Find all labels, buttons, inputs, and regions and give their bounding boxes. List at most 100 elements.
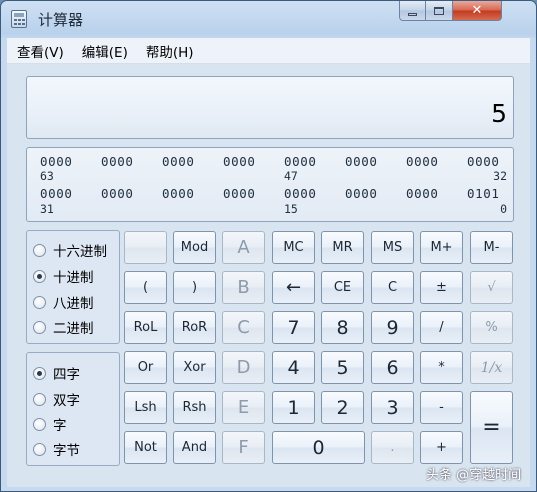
radio-button-selected[interactable] bbox=[33, 366, 46, 380]
digit-3-button[interactable]: 3 bbox=[371, 391, 414, 424]
bit-group: 0000 bbox=[467, 154, 500, 169]
bit-group: 0000 bbox=[345, 186, 378, 201]
close-button[interactable]: ✕ bbox=[453, 1, 502, 21]
hex-d-button[interactable]: D bbox=[222, 351, 265, 384]
radio-button[interactable] bbox=[33, 243, 46, 257]
not-button[interactable]: Not bbox=[124, 431, 167, 464]
digit-1-button[interactable]: 1 bbox=[272, 391, 315, 424]
bit-position-label: 47 bbox=[284, 169, 298, 183]
binary-bits-panel: 0000 0000 0000 0000 0000 0000 0000 0000 … bbox=[26, 147, 514, 222]
percent-button[interactable]: % bbox=[470, 311, 513, 344]
minimize-button[interactable] bbox=[399, 1, 426, 21]
reciprocal-button[interactable]: 1/x bbox=[470, 351, 513, 384]
radio-label: 二进制 bbox=[53, 321, 94, 337]
hex-a-button[interactable]: A bbox=[222, 231, 265, 264]
bit-group: 0000 bbox=[101, 186, 134, 201]
equals-button[interactable]: = bbox=[470, 391, 513, 464]
menu-view[interactable]: 查看(V) bbox=[17, 41, 64, 61]
digit-9-button[interactable]: 9 bbox=[371, 311, 414, 344]
bit-position-label: 15 bbox=[284, 202, 298, 216]
plus-button[interactable]: + bbox=[420, 431, 463, 464]
memory-add-button[interactable]: M+ bbox=[420, 231, 463, 264]
memory-clear-button[interactable]: MC bbox=[272, 231, 315, 264]
radio-button[interactable] bbox=[33, 392, 46, 406]
radio-oct[interactable]: 八进制 bbox=[33, 292, 94, 312]
bit-group: 0000 bbox=[101, 154, 134, 169]
menu-edit[interactable]: 编辑(E) bbox=[82, 41, 128, 61]
radio-label: 字 bbox=[53, 418, 67, 434]
digit-2-button[interactable]: 2 bbox=[321, 391, 364, 424]
window-controls: ✕ bbox=[399, 1, 502, 21]
digit-0-button[interactable]: 0 bbox=[272, 431, 365, 464]
digit-7-button[interactable]: 7 bbox=[272, 311, 315, 344]
bit-group: 0000 bbox=[223, 154, 256, 169]
radio-button[interactable] bbox=[33, 320, 46, 334]
backspace-button[interactable]: ← bbox=[272, 271, 315, 304]
radio-button-selected[interactable] bbox=[33, 269, 46, 283]
bit-group: 0000 bbox=[223, 186, 256, 201]
radio-dword[interactable]: 双字 bbox=[33, 389, 80, 409]
result-display: 5 bbox=[26, 76, 514, 139]
radio-qword[interactable]: 四字 bbox=[33, 363, 80, 383]
rotate-left-button[interactable]: RoL bbox=[124, 311, 167, 344]
bit-group: 0101 bbox=[467, 186, 500, 201]
bit-group: 0000 bbox=[406, 154, 439, 169]
hex-c-button[interactable]: C bbox=[222, 311, 265, 344]
clear-entry-button[interactable]: CE bbox=[321, 271, 364, 304]
radio-button[interactable] bbox=[33, 417, 46, 431]
bit-group: 0000 bbox=[40, 154, 73, 169]
or-button[interactable]: Or bbox=[124, 351, 167, 384]
minus-button[interactable]: - bbox=[420, 391, 463, 424]
calculator-window: 计算器 ✕ 查看(V) 编辑(E) 帮助(H) 5 0000 0000 0000… bbox=[0, 0, 537, 492]
bit-group: 0000 bbox=[284, 186, 317, 201]
rotate-right-button[interactable]: RoR bbox=[173, 311, 216, 344]
memory-subtract-button[interactable]: M- bbox=[470, 231, 513, 264]
radio-button[interactable] bbox=[33, 442, 46, 456]
xor-button[interactable]: Xor bbox=[173, 351, 216, 384]
mod-button[interactable]: Mod bbox=[173, 231, 216, 264]
digit-5-button[interactable]: 5 bbox=[321, 351, 364, 384]
multiply-button[interactable]: * bbox=[420, 351, 463, 384]
plus-minus-button[interactable]: ± bbox=[420, 271, 463, 304]
radio-label: 四字 bbox=[53, 367, 80, 383]
close-icon: ✕ bbox=[471, 3, 483, 18]
right-shift-button[interactable]: Rsh bbox=[173, 391, 216, 424]
digit-4-button[interactable]: 4 bbox=[272, 351, 315, 384]
decimal-button[interactable]: . bbox=[371, 431, 414, 464]
display-value: 5 bbox=[491, 99, 507, 128]
clear-button[interactable]: C bbox=[371, 271, 414, 304]
close-paren-button[interactable]: ) bbox=[173, 271, 216, 304]
memory-recall-button[interactable]: MR bbox=[321, 231, 364, 264]
sqrt-button[interactable]: √ bbox=[470, 271, 513, 304]
watermark-text: 头条 @穿越时间 bbox=[426, 468, 522, 483]
bit-group: 0000 bbox=[162, 186, 195, 201]
bit-position-label: 63 bbox=[40, 169, 54, 183]
title-bar[interactable]: 计算器 ✕ bbox=[1, 1, 536, 35]
bit-position-label: 0 bbox=[500, 202, 507, 216]
bit-position-label: 32 bbox=[493, 169, 507, 183]
radio-bin[interactable]: 二进制 bbox=[33, 317, 94, 337]
radio-byte[interactable]: 字节 bbox=[33, 439, 80, 459]
minimize-icon bbox=[408, 12, 417, 16]
left-shift-button[interactable]: Lsh bbox=[124, 391, 167, 424]
radio-hex[interactable]: 十六进制 bbox=[33, 240, 107, 260]
radio-label: 双字 bbox=[53, 393, 80, 409]
hex-b-button[interactable]: B bbox=[222, 271, 265, 304]
hex-f-button[interactable]: F bbox=[222, 431, 265, 464]
maximize-button[interactable] bbox=[426, 1, 453, 21]
maximize-icon bbox=[434, 6, 444, 15]
blank-button[interactable] bbox=[124, 231, 167, 264]
digit-6-button[interactable]: 6 bbox=[371, 351, 414, 384]
bit-group: 0000 bbox=[284, 154, 317, 169]
open-paren-button[interactable]: ( bbox=[124, 271, 167, 304]
hex-e-button[interactable]: E bbox=[222, 391, 265, 424]
window-title: 计算器 bbox=[38, 11, 84, 29]
memory-store-button[interactable]: MS bbox=[371, 231, 414, 264]
radio-button[interactable] bbox=[33, 295, 46, 309]
divide-button[interactable]: / bbox=[420, 311, 463, 344]
menu-help[interactable]: 帮助(H) bbox=[146, 41, 194, 61]
digit-8-button[interactable]: 8 bbox=[321, 311, 364, 344]
and-button[interactable]: And bbox=[173, 431, 216, 464]
radio-dec[interactable]: 十进制 bbox=[33, 266, 94, 286]
radio-word[interactable]: 字 bbox=[33, 414, 67, 434]
